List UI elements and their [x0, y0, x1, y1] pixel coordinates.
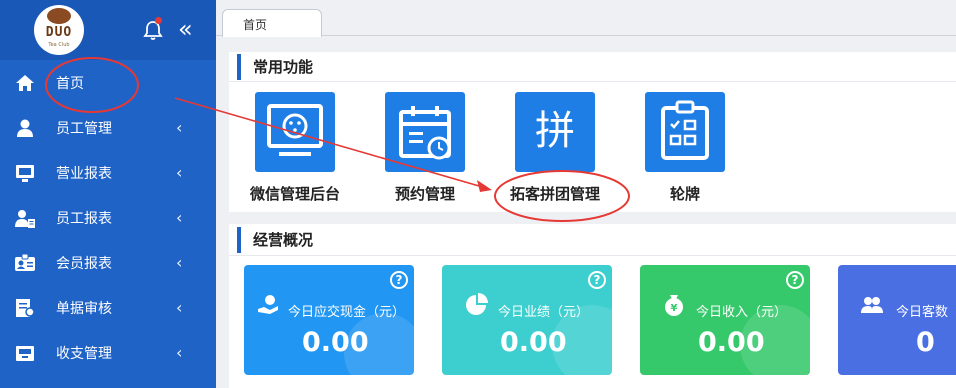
money-bag-icon: ¥	[665, 295, 683, 316]
sidebar: DUO Tea Club « 首页 员工管理 ‹ 营业报表 ‹ 员工报表 ‹ 会…	[0, 0, 216, 388]
calendar-icon	[399, 106, 451, 160]
sidebar-menu: 首页 员工管理 ‹ 营业报表 ‹ 员工报表 ‹ 会员报表 ‹ 单据审核 ‹ 收支…	[0, 60, 216, 375]
svg-text:¥: ¥	[671, 303, 678, 314]
inbox-icon	[16, 346, 34, 361]
chevron-left-icon: ‹	[176, 208, 183, 227]
group-buy-button[interactable]: 拼	[515, 92, 595, 172]
panel-title: 经营概况	[237, 227, 313, 253]
wechat-admin-button[interactable]	[255, 92, 335, 172]
divider	[229, 81, 956, 82]
sidebar-item-home[interactable]: 首页	[0, 60, 216, 105]
help-icon[interactable]: ?	[390, 271, 408, 289]
sidebar-item-member-report[interactable]: 会员报表 ‹	[0, 240, 216, 285]
sidebar-item-staff[interactable]: 员工管理 ‹	[0, 105, 216, 150]
sidebar-item-label: 员工报表	[56, 210, 112, 227]
chevron-left-icon: ‹	[176, 118, 183, 137]
chevron-left-icon: ‹	[176, 343, 183, 362]
brand-logo[interactable]: DUO Tea Club	[34, 5, 84, 55]
func-label: 预约管理	[394, 185, 455, 203]
sidebar-item-staff-report[interactable]: 员工报表 ‹	[0, 195, 216, 240]
group-buy-icon: 拼	[535, 108, 575, 154]
chevron-left-icon: ‹	[176, 298, 183, 317]
logo-subtext: Tea Club	[48, 42, 70, 48]
rotation-button[interactable]	[645, 92, 725, 172]
users-icon	[861, 297, 883, 313]
func-label: 微信管理后台	[249, 185, 340, 203]
divider	[229, 255, 956, 256]
help-icon[interactable]: ?	[786, 271, 804, 289]
help-icon[interactable]: ?	[588, 271, 606, 289]
cash-hand-icon	[258, 295, 278, 314]
func-label: 拓客拼团管理	[509, 185, 600, 203]
stat-value: 0.00	[302, 327, 369, 358]
wechat-admin-icon	[267, 104, 323, 156]
sidebar-item-label: 员工管理	[56, 120, 112, 137]
stat-card-income: ? ¥ 今日收入（元） 0.00	[640, 265, 810, 375]
tab-home[interactable]: 首页	[222, 9, 322, 37]
sidebar-item-label: 收支管理	[56, 345, 112, 362]
stat-title: 今日收入（元）	[696, 305, 788, 320]
func-label: 轮牌	[669, 185, 700, 203]
panel-title: 常用功能	[237, 54, 313, 80]
coffee-cup-icon	[47, 8, 71, 24]
stat-value: 0.00	[500, 327, 567, 358]
id-card-icon	[15, 253, 35, 271]
logo-text: DUO	[45, 25, 73, 40]
stat-card-customers: 今日客数 0	[838, 265, 956, 375]
sidebar-item-label: 首页	[56, 75, 84, 92]
tab-bar: 首页	[216, 0, 956, 37]
sidebar-item-finance[interactable]: 收支管理 ‹	[0, 330, 216, 375]
user-report-icon	[15, 210, 35, 228]
sidebar-item-label: 会员报表	[56, 255, 112, 272]
stat-card-performance: ? 今日业绩（元） 0.00	[442, 265, 612, 375]
stat-card-cash: ? 今日应交现金（元） 0.00	[244, 265, 414, 375]
sidebar-item-label: 营业报表	[56, 165, 112, 182]
stat-title: 今日客数	[896, 305, 949, 320]
stat-title: 今日应交现金（元）	[288, 305, 406, 320]
reservation-button[interactable]	[385, 92, 465, 172]
sidebar-header: DUO Tea Club «	[0, 0, 216, 60]
collapse-sidebar-button[interactable]: «	[178, 16, 202, 42]
stat-value: 0	[916, 327, 935, 358]
notification-dot	[155, 17, 162, 24]
sidebar-item-business-report[interactable]: 营业报表 ‹	[0, 150, 216, 195]
monitor-icon	[16, 165, 34, 182]
stat-value: 0.00	[698, 327, 765, 358]
home-icon	[16, 75, 34, 91]
chevron-left-icon: ‹	[176, 163, 183, 182]
pie-chart-icon	[466, 293, 488, 315]
audit-icon	[16, 299, 35, 317]
chevron-left-icon: ‹	[176, 253, 183, 272]
sidebar-item-audit[interactable]: 单据审核 ‹	[0, 285, 216, 330]
clipboard-grid-icon	[661, 100, 709, 160]
sidebar-item-label: 单据审核	[56, 300, 112, 317]
stat-title: 今日业绩（元）	[498, 305, 590, 320]
user-icon	[17, 119, 33, 137]
